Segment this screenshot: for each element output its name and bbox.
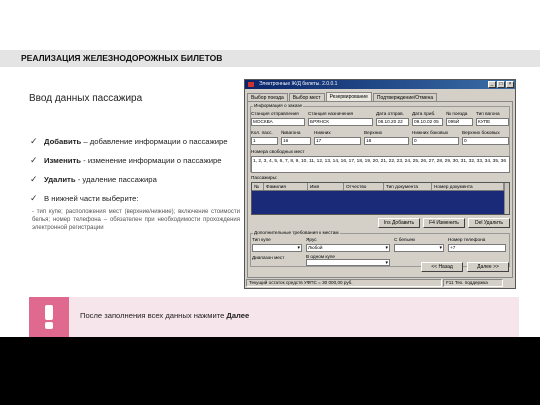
label-train-number: № поезда [446, 111, 468, 116]
column-header[interactable]: Отчество [344, 183, 384, 190]
free-seats-list[interactable]: 1, 2, 3, 4, 5, 6, 7, 8, 9, 10, 11, 12, 1… [251, 156, 510, 173]
phone-field[interactable]: +7 [448, 244, 506, 252]
label-departure-date: Дата отправ. [376, 111, 404, 116]
upper-side-field[interactable]: 0 [462, 137, 509, 145]
tab-seat-select[interactable]: Выбор мест [288, 93, 325, 101]
passengers-table[interactable]: № Фамилия Имя Отчество Тип документа Ном… [251, 182, 510, 215]
window-titlebar: Электронные Ж/Д билеты. 2.0.0.1 _ □ × [245, 80, 515, 89]
check-icon: ✓ [30, 174, 38, 184]
label-upper: Верхних [364, 130, 383, 135]
label-lower: Нижних [314, 130, 331, 135]
point-text: - удаление пассажира [75, 175, 157, 184]
check-icon: ✓ [30, 155, 38, 165]
list-item: ✓ Удалить - удаление пассажира [28, 174, 240, 185]
table-scrollbar[interactable] [504, 183, 509, 214]
point-text: – добавление информации о пассажире [81, 137, 228, 146]
passenger-count-field[interactable]: 1 [251, 137, 278, 145]
maximize-icon[interactable]: □ [497, 81, 505, 88]
upper-seats-field[interactable]: 18 [364, 137, 409, 145]
arrival-station-field[interactable]: БРЯНСК [308, 118, 373, 126]
label-car-type: Тип вагона [476, 111, 500, 116]
minimize-icon[interactable]: _ [488, 81, 496, 88]
label-passengers-list: Пассажиры: [251, 175, 278, 180]
group-title: Дополнительные требования к местам [253, 230, 340, 235]
point-term: Удалить [44, 175, 76, 184]
column-header[interactable]: Тип документа [384, 183, 432, 190]
one-coupe-select[interactable] [306, 259, 390, 266]
lower-seats-field[interactable]: 17 [314, 137, 361, 145]
label-car-number: №вагона [281, 130, 301, 135]
app-window: Электронные Ж/Д билеты. 2.0.0.1 _ □ × Вы… [244, 79, 516, 289]
balance-status: Текущий остаток средств УФПС = 30 000,00… [246, 279, 442, 287]
info-callout: После заполнения всех данных нажмите Дал… [29, 297, 519, 337]
check-icon: ✓ [30, 193, 38, 203]
point-text: В нижней части выберите: [44, 194, 139, 203]
list-item: ✓ В нижней части выберите: [28, 193, 240, 204]
table-header: № Фамилия Имя Отчество Тип документа Ном… [252, 183, 509, 191]
column-header[interactable]: № [252, 183, 264, 190]
tab-strip: Выбор поезда Выбор мест Резервирование П… [247, 92, 438, 101]
close-icon[interactable]: × [506, 81, 514, 88]
label-arrival-station: Станция назначения [308, 111, 353, 116]
back-button[interactable]: << Назад [421, 262, 463, 272]
support-status[interactable]: F11 Тех. поддержка [443, 279, 503, 287]
list-note: - тип купе; расположения мест (верхние/н… [32, 209, 240, 232]
point-term: Добавить [44, 137, 82, 146]
label-coupe-type: Тип купе [252, 237, 271, 242]
section-heading: Ввод данных пассажира [29, 93, 143, 104]
point-term: Изменить [44, 156, 81, 165]
slide-title: РЕАЛИЗАЦИЯ ЖЕЛЕЗНОДОРОЖНЫХ БИЛЕТОВ [21, 53, 223, 63]
label-arrival-date: Дата приб. [412, 111, 436, 116]
label-upper-side: Верхних боковых [462, 130, 500, 135]
tab-train-select[interactable]: Выбор поезда [247, 93, 288, 101]
bottom-band [0, 337, 540, 405]
tab-reservation[interactable]: Резервирование [325, 92, 372, 101]
departure-date-field[interactable]: 08.10.20 22 [376, 118, 409, 126]
tab-confirm-cancel[interactable]: Подтверждение/Отмена [372, 93, 438, 101]
car-number-field[interactable]: 16 [281, 137, 311, 145]
label-tier: Ярус [306, 237, 317, 242]
label-phone: Номер телефона [448, 237, 486, 242]
check-icon: ✓ [30, 136, 38, 146]
callout-bold: Далее [226, 311, 250, 320]
lower-side-field[interactable]: 0 [412, 137, 459, 145]
label-linen: С бельем [394, 237, 415, 242]
departure-station-field[interactable]: МОСКВА [251, 118, 305, 126]
window-title: Электронные Ж/Д билеты. 2.0.0.1 [259, 81, 338, 87]
group-title: Информация о заказе [253, 103, 304, 108]
next-button[interactable]: Далее >> [467, 262, 509, 272]
exclamation-icon [29, 297, 69, 337]
arrival-date-field[interactable]: 09.10.02 05 [412, 118, 443, 126]
window-controls: _ □ × [488, 81, 514, 88]
point-text: - изменение информации о пассажире [80, 156, 222, 165]
slide: РЕАЛИЗАЦИЯ ЖЕЛЕЗНОДОРОЖНЫХ БИЛЕТОВ Ввод … [0, 0, 540, 405]
callout-prefix: После заполнения всех данных нажмите [80, 311, 227, 320]
column-header[interactable]: Имя [308, 183, 344, 190]
callout-text: После заполнения всех данных нажмите Дал… [80, 311, 249, 320]
tier-select[interactable]: Любой [306, 244, 390, 252]
delete-passenger-button[interactable]: Del Удалить [468, 218, 510, 228]
car-type-field[interactable]: КУПЕ [476, 118, 509, 126]
column-header[interactable]: Номер документа [432, 183, 504, 190]
coupe-type-select[interactable] [252, 244, 302, 252]
label-free-seats: Номера свободных мест [251, 149, 305, 154]
instruction-list: ✓ Добавить – добавление информации о пас… [28, 136, 240, 233]
app-icon [248, 82, 254, 87]
label-lower-side: Нижних боковых [412, 130, 449, 135]
label-departure-station: Станция отправления [251, 111, 299, 116]
label-passenger-count: Кол. пасс. [251, 130, 273, 135]
reservation-panel: Информация о заказе Станция отправления … [247, 101, 513, 278]
list-item: ✓ Изменить - изменение информации о пасс… [28, 155, 240, 166]
list-item: ✓ Добавить – добавление информации о пас… [28, 136, 240, 147]
edit-passenger-button[interactable]: F4 Изменить [423, 218, 465, 228]
column-header[interactable]: Фамилия [264, 183, 308, 190]
linen-select[interactable] [394, 244, 444, 252]
status-bar: Текущий остаток средств УФПС = 30 000,00… [246, 279, 514, 287]
train-number-field[interactable]: 095Й [446, 118, 473, 126]
label-seat-range: Диапазон мест [252, 255, 285, 260]
add-passenger-button[interactable]: Ins Добавить [378, 218, 420, 228]
